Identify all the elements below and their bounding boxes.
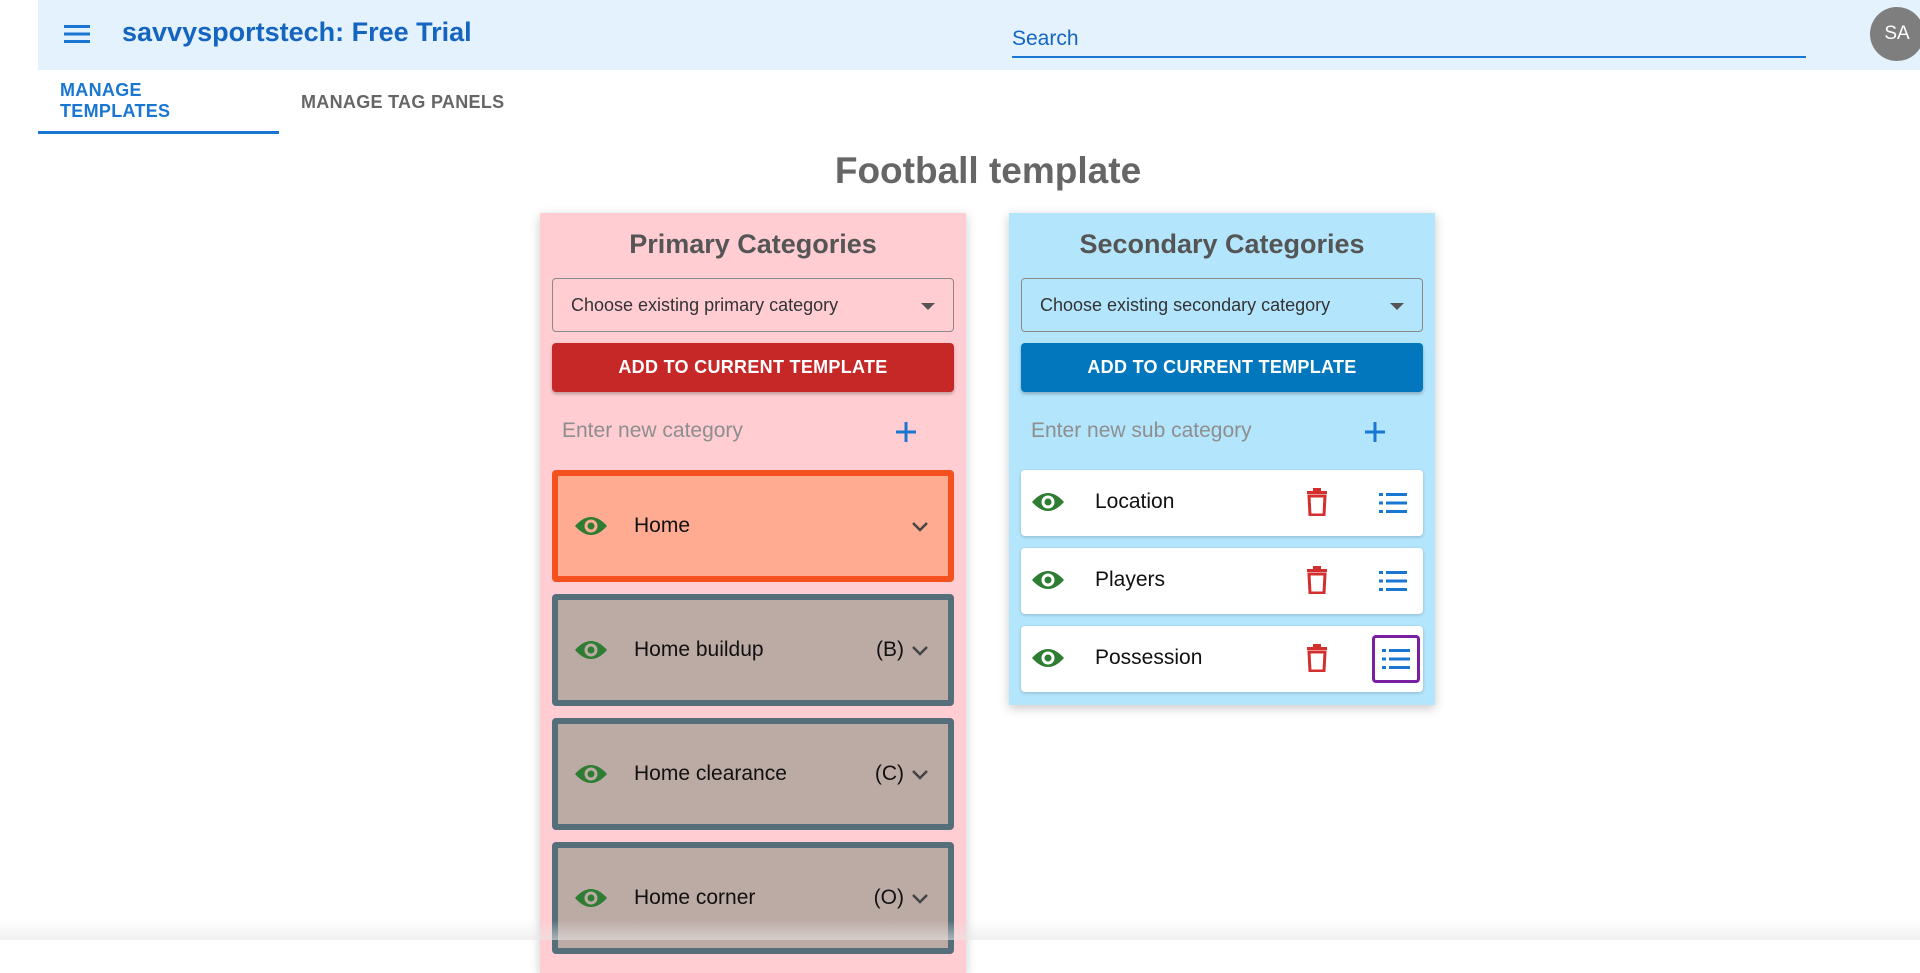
secondary-panel-title: Secondary Categories xyxy=(1079,229,1365,259)
sub-category-label: Players xyxy=(1095,568,1166,591)
category-item-home-clearance[interactable]: Home clearance (C) xyxy=(552,718,954,830)
tab-manage-tag-panels[interactable]: MANAGE TAG PANELS xyxy=(279,70,526,134)
primary-category-select[interactable]: Choose existing primary category xyxy=(552,278,954,332)
category-label: Home clearance xyxy=(634,762,787,785)
chevron-down-icon[interactable] xyxy=(912,520,928,538)
app-title: savvysportstech: Free Trial xyxy=(122,17,472,47)
add-primary-to-template-button[interactable]: ADD TO CURRENT TEMPLATE xyxy=(552,343,954,392)
category-code: (O) xyxy=(873,886,904,909)
avatar[interactable]: SA xyxy=(1870,7,1920,61)
eye-icon[interactable] xyxy=(574,762,608,791)
category-code: (C) xyxy=(874,762,904,785)
new-category-input[interactable] xyxy=(562,411,862,451)
eye-icon[interactable] xyxy=(1031,568,1065,597)
primary-select-value: Choose existing primary category xyxy=(571,294,839,315)
secondary-categories-panel: Secondary Categories Choose existing sec… xyxy=(1009,213,1435,705)
dropdown-caret-icon xyxy=(921,303,935,310)
category-label: Home corner xyxy=(634,886,756,909)
category-label: Home xyxy=(634,514,691,537)
list-icon[interactable] xyxy=(1376,486,1410,520)
eye-icon[interactable] xyxy=(574,638,608,667)
category-label: Home buildup xyxy=(634,638,764,661)
plus-icon[interactable] xyxy=(888,414,924,450)
eye-icon[interactable] xyxy=(574,514,608,543)
trash-icon[interactable] xyxy=(1306,566,1328,599)
eye-icon[interactable] xyxy=(1031,490,1065,519)
category-item-home-buildup[interactable]: Home buildup (B) xyxy=(552,594,954,706)
plus-icon[interactable] xyxy=(1357,414,1393,450)
list-icon[interactable] xyxy=(1376,564,1410,598)
bottom-shadow xyxy=(0,920,1920,940)
add-secondary-to-template-button[interactable]: ADD TO CURRENT TEMPLATE xyxy=(1021,343,1423,392)
sub-category-label: Location xyxy=(1095,490,1175,513)
tab-manage-templates[interactable]: MANAGE TEMPLATES xyxy=(38,70,279,134)
secondary-select-value: Choose existing secondary category xyxy=(1040,294,1331,315)
category-code: (B) xyxy=(876,638,904,661)
sub-category-label: Possession xyxy=(1095,646,1203,669)
search-input[interactable] xyxy=(1012,22,1806,58)
category-item-home[interactable]: Home xyxy=(552,470,954,582)
eye-icon[interactable] xyxy=(1031,646,1065,675)
sub-category-item-players: Players xyxy=(1021,548,1423,614)
eye-icon[interactable] xyxy=(574,886,608,915)
primary-panel-title: Primary Categories xyxy=(629,229,877,259)
chevron-down-icon[interactable] xyxy=(912,644,928,662)
new-sub-category-input[interactable] xyxy=(1031,411,1331,451)
dropdown-caret-icon xyxy=(1390,303,1404,310)
list-icon[interactable] xyxy=(1372,635,1420,683)
chevron-down-icon[interactable] xyxy=(912,892,928,910)
secondary-category-select[interactable]: Choose existing secondary category xyxy=(1021,278,1423,332)
sub-category-item-location: Location xyxy=(1021,470,1423,536)
sub-category-item-possession: Possession xyxy=(1021,626,1423,692)
hamburger-menu-icon[interactable] xyxy=(58,16,96,54)
chevron-down-icon[interactable] xyxy=(912,768,928,786)
primary-categories-panel: Primary Categories Choose existing prima… xyxy=(540,213,966,973)
page-title: Football template xyxy=(834,150,1142,191)
trash-icon[interactable] xyxy=(1306,488,1328,521)
trash-icon[interactable] xyxy=(1306,644,1328,677)
